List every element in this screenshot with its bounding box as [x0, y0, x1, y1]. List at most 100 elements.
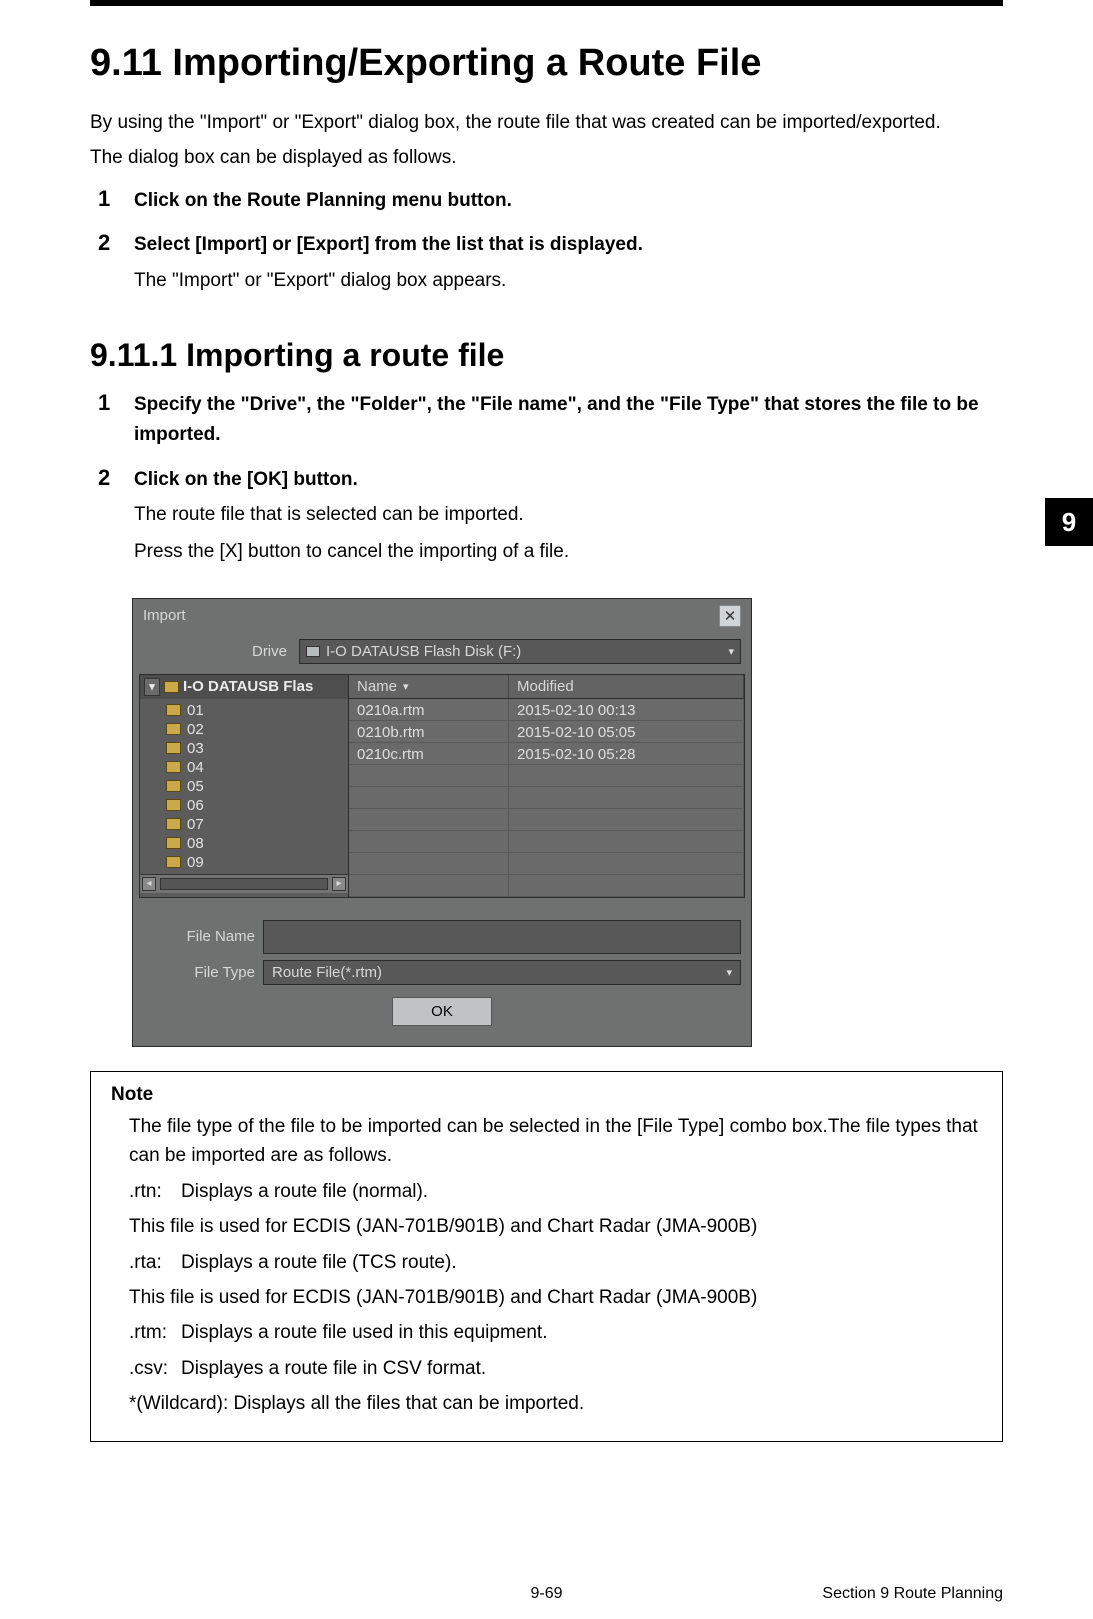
file-name-cell: 0210c.rtm: [349, 743, 509, 764]
column-header-name[interactable]: Name ▾: [349, 675, 509, 699]
folder-item[interactable]: 02: [140, 720, 348, 739]
heading-sub: 9.11.1 Importing a route file: [90, 337, 1003, 374]
folder-label: 07: [187, 816, 204, 833]
step-number: 2: [98, 230, 110, 256]
folder-icon: [166, 761, 181, 773]
tree-collapse-button[interactable]: ▾: [144, 678, 160, 696]
sort-caret-icon: ▾: [403, 680, 409, 693]
file-modified-cell: 2015-02-10 05:28: [509, 743, 744, 764]
note-extra: This file is used for ECDIS (JAN-701B/90…: [111, 1212, 982, 1241]
folder-label: 04: [187, 759, 204, 776]
note-filetype-line: .csv:Displayes a route file in CSV forma…: [111, 1354, 982, 1383]
file-type-select[interactable]: Route File(*.rtm) ▾: [263, 960, 741, 985]
folder-icon: [166, 723, 181, 735]
column-header-modified-text: Modified: [517, 678, 574, 695]
column-header-modified[interactable]: Modified: [509, 675, 744, 699]
drive-value: I-O DATAUSB Flash Disk (F:): [326, 643, 521, 660]
note-box: Note The file type of the file to be imp…: [90, 1071, 1003, 1442]
folder-icon: [166, 780, 181, 792]
folder-item[interactable]: 09: [140, 853, 348, 872]
tree-root-label: I-O DATAUSB Flas: [183, 678, 313, 695]
step-body-1: The route file that is selected can be i…: [134, 499, 1003, 531]
file-row[interactable]: 0210a.rtm2015-02-10 00:13: [349, 699, 744, 721]
folder-item[interactable]: 03: [140, 739, 348, 758]
step-title: Specify the "Drive", the "Folder", the "…: [134, 390, 1003, 451]
note-intro: The file type of the file to be imported…: [111, 1112, 982, 1171]
drive-select[interactable]: I-O DATAUSB Flash Disk (F:) ▾: [299, 639, 741, 664]
file-name-cell: [349, 831, 509, 852]
file-row: [349, 853, 744, 875]
folder-label: 09: [187, 854, 204, 871]
note-filetype-line: .rtm:Displays a route file used in this …: [111, 1318, 982, 1347]
scroll-left-icon[interactable]: ◂: [142, 877, 156, 891]
folder-icon: [166, 818, 181, 830]
section-label: Section 9 Route Planning: [702, 1585, 1003, 1603]
file-name-cell: [349, 765, 509, 786]
folder-item[interactable]: 01: [140, 701, 348, 720]
folder-item[interactable]: 06: [140, 796, 348, 815]
step-title: Click on the Route Planning menu button.: [134, 186, 1003, 216]
step-number: 1: [98, 186, 110, 212]
note-desc: Displayes a route file in CSV format.: [181, 1358, 486, 1379]
tree-horizontal-scrollbar[interactable]: ◂ ▸: [140, 874, 348, 893]
file-name-cell: 0210a.rtm: [349, 699, 509, 720]
note-desc: Displays a route file (normal).: [181, 1181, 428, 1202]
file-row: [349, 875, 744, 897]
folder-label: 01: [187, 702, 204, 719]
file-modified-cell: [509, 765, 744, 786]
step-body: The "Import" or "Export" dialog box appe…: [134, 265, 1003, 297]
file-name-input[interactable]: [263, 920, 741, 954]
file-row: [349, 765, 744, 787]
note-title: Note: [111, 1084, 982, 1106]
file-row: [349, 831, 744, 853]
note-desc: Displays a route file (TCS route).: [181, 1252, 457, 1273]
intro-step-2: 2 Select [Import] or [Export] from the l…: [90, 230, 1003, 297]
file-modified-cell: [509, 875, 744, 896]
step-number: 1: [98, 390, 110, 416]
disk-icon: [306, 646, 320, 657]
folder-item[interactable]: 08: [140, 834, 348, 853]
note-extra: This file is used for ECDIS (JAN-701B/90…: [111, 1283, 982, 1312]
heading-main: 9.11 Importing/Exporting a Route File: [90, 42, 1003, 85]
close-button[interactable]: ✕: [719, 605, 741, 627]
folder-icon: [166, 837, 181, 849]
chevron-down-icon: ▾: [726, 966, 732, 979]
page-number: 9-69: [391, 1585, 701, 1603]
step-body-2: Press the [X] button to cancel the impor…: [134, 536, 1003, 568]
chapter-tab: 9: [1045, 498, 1093, 546]
file-modified-cell: [509, 831, 744, 852]
folder-label: 03: [187, 740, 204, 757]
file-name-cell: [349, 875, 509, 896]
file-name-cell: [349, 809, 509, 830]
drive-label: Drive: [143, 643, 293, 660]
file-modified-cell: 2015-02-10 05:05: [509, 721, 744, 742]
folder-tree-pane: ▾ I-O DATAUSB Flas 01 02 03 040506 070809 ◂ …: [139, 674, 349, 898]
import-dialog: Import ✕ Drive I-O DATAUSB Flash Disk (F…: [132, 598, 752, 1047]
sub-step-2: 2 Click on the [OK] button. The route fi…: [90, 465, 1003, 568]
folder-icon: [166, 704, 181, 716]
scroll-right-icon[interactable]: ▸: [332, 877, 346, 891]
file-row[interactable]: 0210c.rtm2015-02-10 05:28: [349, 743, 744, 765]
folder-item[interactable]: 04: [140, 758, 348, 777]
note-wildcard: *(Wildcard): Displays all the files that…: [111, 1389, 982, 1418]
file-name-label: File Name: [143, 928, 263, 945]
file-row[interactable]: 0210b.rtm2015-02-10 05:05: [349, 721, 744, 743]
note-ext: .rtn:: [129, 1177, 181, 1206]
scroll-track[interactable]: [160, 878, 328, 890]
note-ext: .csv:: [129, 1354, 181, 1383]
folder-item[interactable]: 05: [140, 777, 348, 796]
intro-text-1: By using the "Import" or "Export" dialog…: [90, 109, 1003, 138]
file-type-value: Route File(*.rtm): [272, 964, 382, 981]
folder-label: 02: [187, 721, 204, 738]
file-modified-cell: [509, 809, 744, 830]
folder-label: 06: [187, 797, 204, 814]
folder-item[interactable]: 07: [140, 815, 348, 834]
step-title: Select [Import] or [Export] from the lis…: [134, 230, 1003, 260]
file-row: [349, 787, 744, 809]
intro-step-1: 1 Click on the Route Planning menu butto…: [90, 186, 1003, 216]
file-list-pane: Name ▾ Modified 0210a.rtm2015-02-10 00:1…: [349, 674, 745, 898]
column-header-name-text: Name: [357, 678, 397, 695]
ok-button[interactable]: OK: [392, 997, 492, 1026]
folder-icon: [164, 681, 179, 693]
note-filetype-line: .rta:Displays a route file (TCS route).: [111, 1248, 982, 1277]
